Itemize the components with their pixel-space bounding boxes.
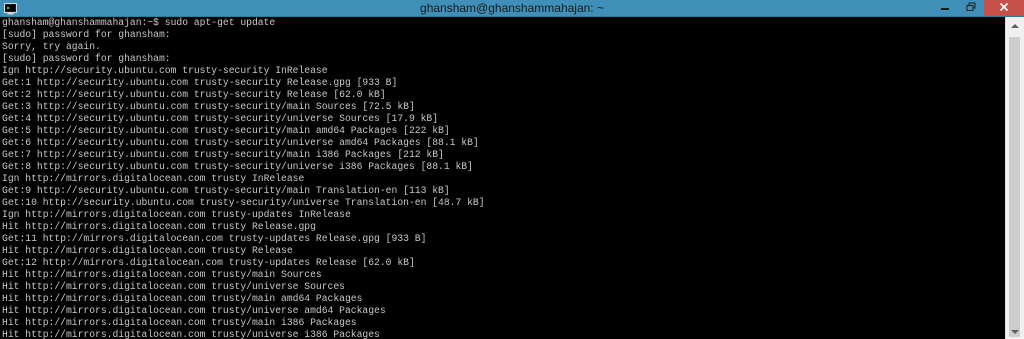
terminal-line: Get:10 http://security.ubuntu.com trusty… [2, 197, 485, 208]
close-button[interactable] [984, 0, 1024, 16]
terminal-line: Hit http://mirrors.digitalocean.com trus… [2, 269, 322, 280]
terminal-line: Hit http://mirrors.digitalocean.com trus… [2, 281, 345, 292]
window-title: ghansham@ghanshammahajan: ~ [420, 1, 604, 15]
terminal-line: Hit http://mirrors.digitalocean.com trus… [2, 245, 293, 256]
minimize-button[interactable] [932, 0, 958, 16]
terminal-line: Get:11 http://mirrors.digitalocean.com t… [2, 233, 427, 244]
terminal-line: Ign http://mirrors.digitalocean.com trus… [2, 173, 305, 184]
terminal-line: [sudo] password for ghansham: [2, 53, 171, 64]
restore-icon [966, 0, 976, 17]
terminal-line: Ign http://security.ubuntu.com trusty-se… [2, 65, 328, 76]
scroll-up-arrow-icon [1011, 16, 1019, 34]
terminal-line: Hit http://mirrors.digitalocean.com trus… [2, 317, 357, 328]
terminal-lines: ghansham@ghanshammahajan:~$ sudo apt-get… [0, 17, 1006, 339]
terminal-line: Hit http://mirrors.digitalocean.com trus… [2, 329, 380, 339]
terminal-output[interactable]: ghansham@ghanshammahajan:~$ sudo apt-get… [0, 17, 1006, 339]
terminal-line: Get:9 http://security.ubuntu.com trusty-… [2, 185, 450, 196]
vertical-scrollbar[interactable] [1005, 17, 1024, 339]
terminal-line: Get:7 http://security.ubuntu.com trusty-… [2, 149, 444, 160]
terminal-window: ghansham@ghanshammahajan: ~ ghansham@gha… [0, 0, 1024, 339]
scroll-down-button[interactable] [1006, 323, 1024, 339]
terminal-line: Hit http://mirrors.digitalocean.com trus… [2, 293, 363, 304]
terminal-line: Get:8 http://security.ubuntu.com trusty-… [2, 161, 473, 172]
terminal-line: Hit http://mirrors.digitalocean.com trus… [2, 305, 386, 316]
close-icon [999, 0, 1009, 17]
scroll-up-button[interactable] [1006, 17, 1024, 33]
terminal-line: Get:12 http://mirrors.digitalocean.com t… [2, 257, 415, 268]
terminal-line: Sorry, try again. [2, 41, 101, 52]
terminal-line: Ign http://mirrors.digitalocean.com trus… [2, 209, 351, 220]
title-bar[interactable]: ghansham@ghanshammahajan: ~ [0, 0, 1024, 17]
terminal-line: Get:1 http://security.ubuntu.com trusty-… [2, 77, 398, 88]
scroll-thumb[interactable] [1009, 37, 1020, 337]
restore-button[interactable] [958, 0, 984, 16]
scroll-down-arrow-icon [1011, 322, 1019, 339]
terminal-line: ghansham@ghanshammahajan:~$ sudo apt-get… [2, 17, 276, 28]
terminal-line: Get:2 http://security.ubuntu.com trusty-… [2, 89, 386, 100]
window-controls [932, 0, 1024, 16]
terminal-line: [sudo] password for ghansham: [2, 29, 171, 40]
terminal-line: Get:5 http://security.ubuntu.com trusty-… [2, 125, 450, 136]
terminal-line: Get:4 http://security.ubuntu.com trusty-… [2, 113, 439, 124]
terminal-line: Get:6 http://security.ubuntu.com trusty-… [2, 137, 479, 148]
minimize-icon [940, 0, 950, 17]
terminal-line: Hit http://mirrors.digitalocean.com trus… [2, 221, 316, 232]
terminal-line: Get:3 http://security.ubuntu.com trusty-… [2, 101, 415, 112]
